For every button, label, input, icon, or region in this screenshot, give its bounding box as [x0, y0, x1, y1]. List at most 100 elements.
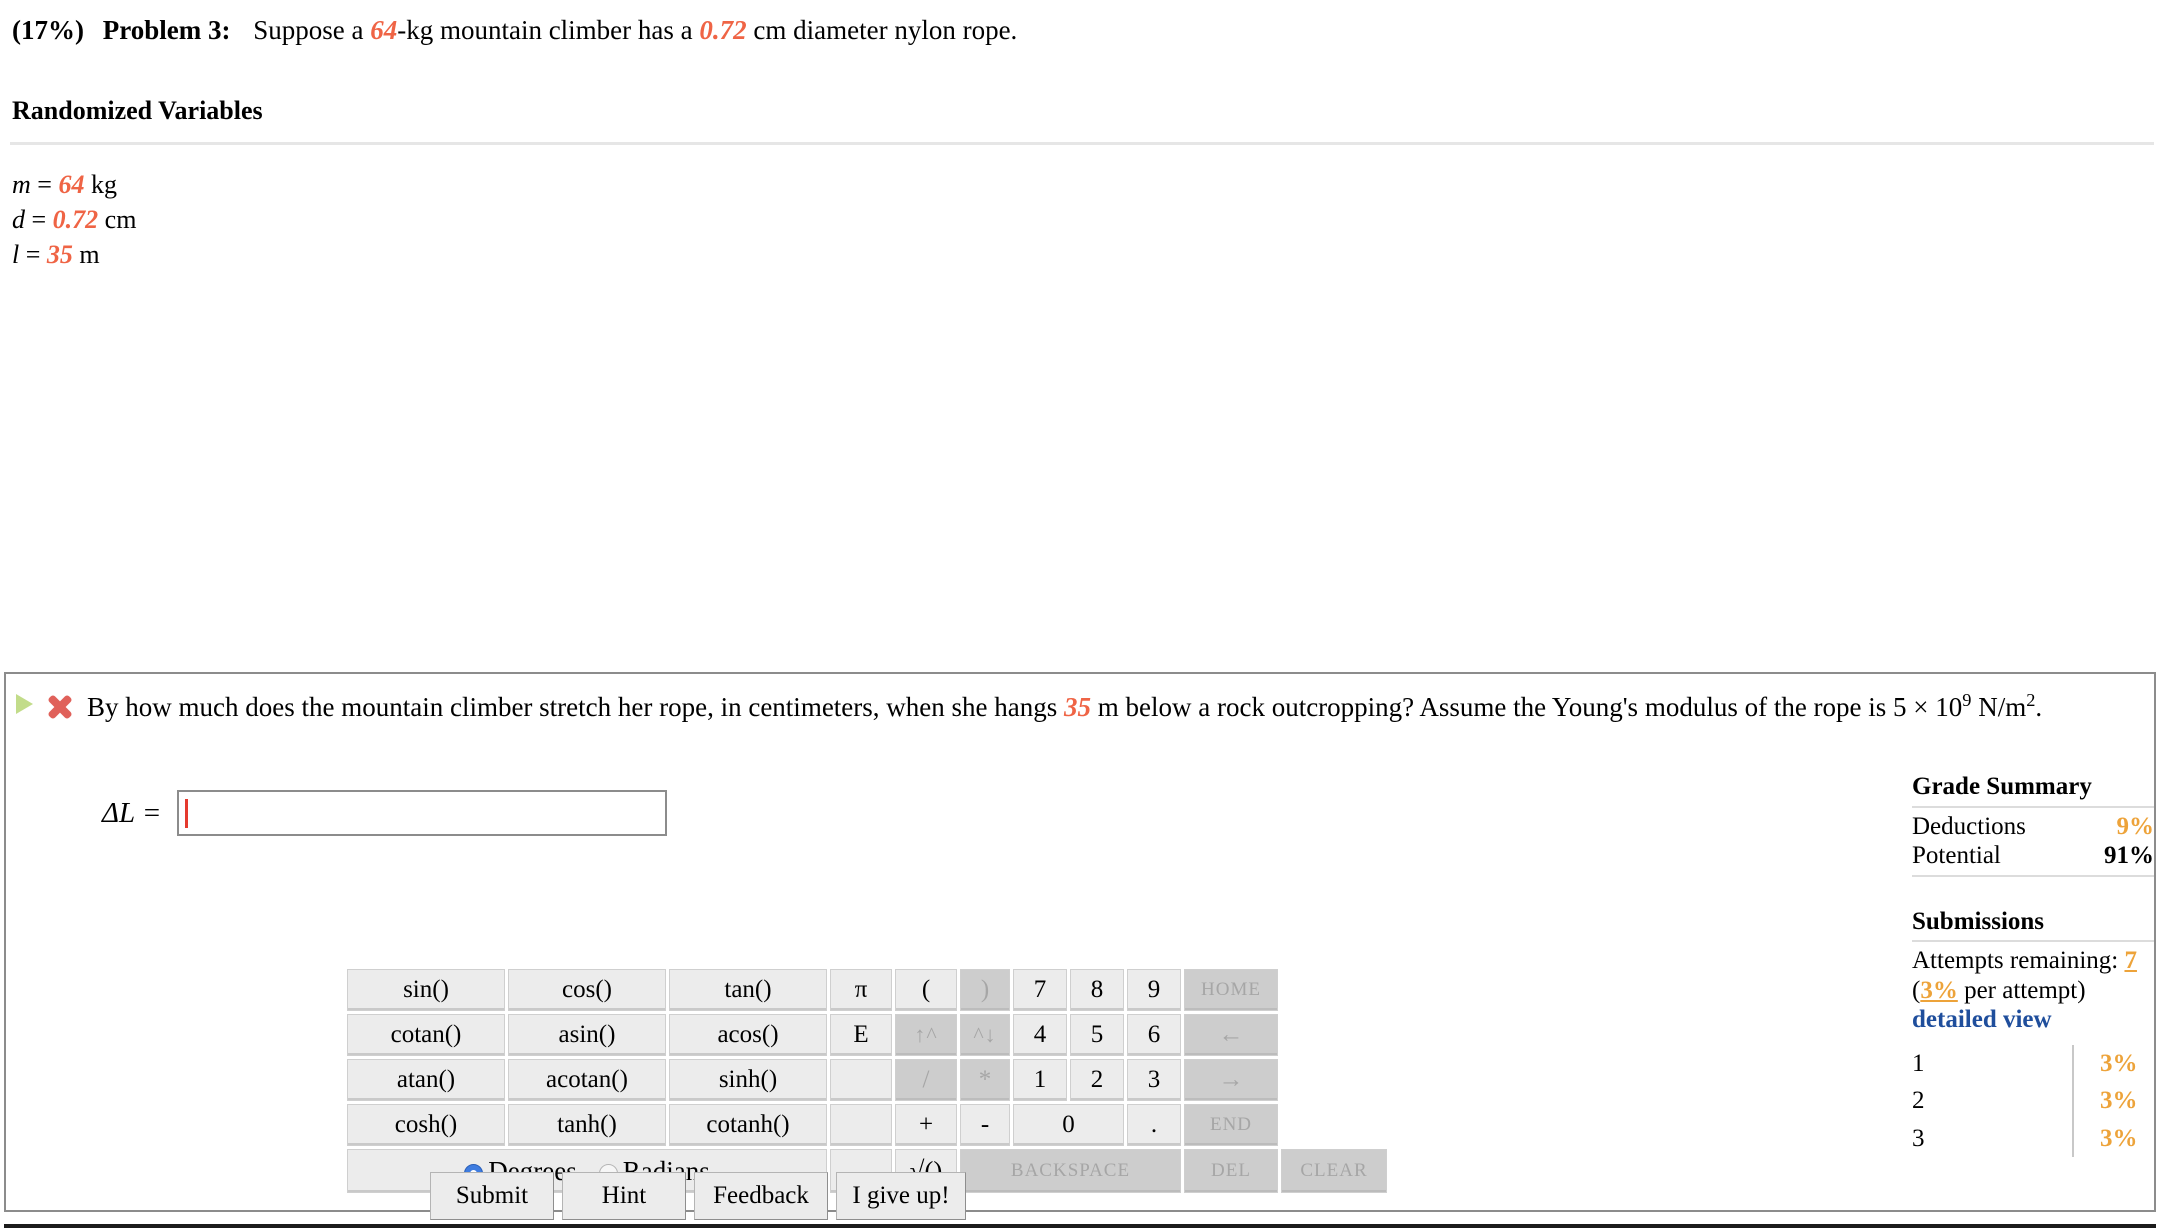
submissions-divider — [1912, 940, 2154, 942]
question-text: By how much does the mountain climber st… — [6, 674, 2154, 726]
calc-key-minus[interactable]: - — [960, 1104, 1010, 1146]
calc-key-8[interactable]: 8 — [1070, 969, 1124, 1011]
answer-input[interactable] — [177, 790, 668, 836]
problem-statement: (17%) Problem 3: Suppose a 64-kg mountai… — [0, 0, 2164, 48]
calc-key-divide[interactable]: / — [895, 1059, 957, 1101]
potential-label: Potential — [1912, 842, 2001, 869]
per-attempt-value: 3% — [1920, 976, 1958, 1004]
question-text-end: . — [2035, 692, 2043, 722]
play-triangle-icon[interactable] — [16, 694, 33, 714]
deductions-row: Deductions 9% — [1912, 812, 2154, 842]
attempt-number: 1 — [1912, 1049, 1925, 1077]
feedback-button[interactable]: Feedback — [694, 1172, 828, 1220]
attempts-table: 1 3% 2 3% 3 3% — [1912, 1044, 2154, 1157]
calc-key-multiply[interactable]: * — [960, 1059, 1010, 1101]
hint-button[interactable]: Hint — [562, 1172, 686, 1220]
calculator-row: atan() acotan() sinh() / * 1 2 3 → — [347, 1059, 1387, 1101]
calc-key-asin[interactable]: asin() — [508, 1014, 666, 1056]
variable-symbol: d — [12, 205, 25, 235]
problem-page: (17%) Problem 3: Suppose a 64-kg mountai… — [0, 0, 2164, 1230]
calc-key-paren-close[interactable]: ) — [960, 969, 1010, 1011]
deductions-label: Deductions — [1912, 812, 2026, 840]
calc-key-cos[interactable]: cos() — [508, 969, 666, 1011]
calc-key-end[interactable]: END — [1184, 1104, 1278, 1146]
calc-key-cotan[interactable]: cotan() — [347, 1014, 505, 1056]
page-bottom-rule — [4, 1224, 2156, 1228]
calc-key-cosh[interactable]: cosh() — [347, 1104, 505, 1146]
answer-row: ΔL = — [102, 790, 668, 836]
submit-button[interactable]: Submit — [430, 1172, 554, 1220]
calc-key-tanh[interactable]: tanh() — [508, 1104, 666, 1146]
potential-row: Potential 91% — [1912, 841, 2154, 871]
calc-key-del[interactable]: DEL — [1184, 1149, 1278, 1193]
question-length-value: 35 — [1064, 692, 1091, 722]
table-row: 1 3% — [1912, 1044, 2154, 1082]
calc-key-arrow-left-icon[interactable]: ← — [1184, 1014, 1278, 1056]
calc-key-acos[interactable]: acos() — [669, 1014, 827, 1056]
problem-mass-value: 64 — [370, 15, 398, 45]
problem-stem-mid: -kg mountain climber has a — [397, 15, 700, 45]
calc-key-7[interactable]: 7 — [1013, 969, 1067, 1011]
calc-key-1[interactable]: 1 — [1013, 1059, 1067, 1101]
calc-key-acotan[interactable]: acotan() — [508, 1059, 666, 1101]
variable-unit: m — [72, 240, 100, 270]
calc-key-cotanh[interactable]: cotanh() — [669, 1104, 827, 1146]
question-text-mid: m below a rock outcropping? Assume the Y… — [1091, 692, 1963, 722]
calc-key-e[interactable]: E — [830, 1014, 892, 1056]
variable-row: m = 64 kg — [12, 167, 2164, 202]
calc-key-arrow-right-icon[interactable]: → — [1184, 1059, 1278, 1101]
calc-key-paren-open[interactable]: ( — [895, 969, 957, 1011]
attempt-number: 3 — [1912, 1124, 1925, 1152]
calc-key-sin[interactable]: sin() — [347, 969, 505, 1011]
calc-key-caret-up[interactable]: ↑^ — [895, 1014, 957, 1056]
calc-key-dot[interactable]: . — [1127, 1104, 1181, 1146]
answer-label: ΔL = — [102, 796, 162, 829]
variable-value: 35 — [46, 240, 73, 270]
calc-key-2[interactable]: 2 — [1070, 1059, 1124, 1101]
question-text-pre: By how much does the mountain climber st… — [87, 692, 1064, 722]
variable-row: l = 35 m — [12, 237, 2164, 272]
problem-diameter-value: 0.72 — [699, 15, 747, 45]
grade-divider — [1912, 805, 2154, 808]
variable-row: d = 0.72 cm — [12, 202, 2164, 237]
attempt-deduction: 3% — [2072, 1044, 2154, 1082]
header-divider — [10, 141, 2154, 145]
detailed-view-link[interactable]: detailed view — [1912, 1006, 2052, 1033]
calc-key-backspace[interactable]: BACKSPACE — [960, 1149, 1181, 1193]
calc-key-3[interactable]: 3 — [1127, 1059, 1181, 1101]
calc-key-caret-down[interactable]: ^↓ — [960, 1014, 1010, 1056]
attempt-deduction: 3% — [2072, 1082, 2154, 1120]
problem-percent: (17%) — [12, 15, 84, 45]
variable-unit: cm — [98, 205, 137, 235]
calc-key-sinh[interactable]: sinh() — [669, 1059, 827, 1101]
calc-key-clear[interactable]: CLEAR — [1281, 1149, 1387, 1193]
grade-summary-panel: Grade Summary Deductions 9% Potential 91… — [1912, 772, 2154, 1157]
problem-number: Problem 3: — [102, 15, 231, 45]
calc-key-pi[interactable]: π — [830, 969, 892, 1011]
calc-key-tan[interactable]: tan() — [669, 969, 827, 1011]
give-up-button[interactable]: I give up! — [836, 1172, 966, 1220]
calc-key-blank — [830, 1059, 892, 1101]
variable-value: 0.72 — [52, 205, 99, 235]
variable-symbol: m — [12, 169, 31, 199]
variable-unit: kg — [84, 169, 117, 199]
attempt-deduction: 3% — [2072, 1119, 2154, 1157]
calc-key-blank — [830, 1104, 892, 1146]
calc-key-atan[interactable]: atan() — [347, 1059, 505, 1101]
grade-divider-bottom — [1912, 874, 2154, 877]
calc-key-6[interactable]: 6 — [1127, 1014, 1181, 1056]
calc-key-4[interactable]: 4 — [1013, 1014, 1067, 1056]
submissions-section: Submissions Attempts remaining: 7 (3% pe… — [1912, 907, 2154, 1157]
per-attempt-row: (3% per attempt) — [1912, 976, 2154, 1006]
calc-key-0[interactable]: 0 — [1013, 1104, 1124, 1146]
detailed-view-link-row: detailed view — [1912, 1005, 2154, 1035]
calc-key-plus[interactable]: + — [895, 1104, 957, 1146]
variable-eq: = — [30, 169, 59, 199]
calc-key-home[interactable]: HOME — [1184, 969, 1278, 1011]
calculator-row: sin() cos() tan() π ( ) 7 8 9 HOME — [347, 969, 1387, 1011]
per-attempt-text: per attempt) — [1957, 976, 2086, 1004]
attempt-number: 2 — [1912, 1087, 1925, 1114]
attempts-remaining-row: Attempts remaining: 7 — [1912, 946, 2154, 976]
calc-key-9[interactable]: 9 — [1127, 969, 1181, 1011]
calc-key-5[interactable]: 5 — [1070, 1014, 1124, 1056]
